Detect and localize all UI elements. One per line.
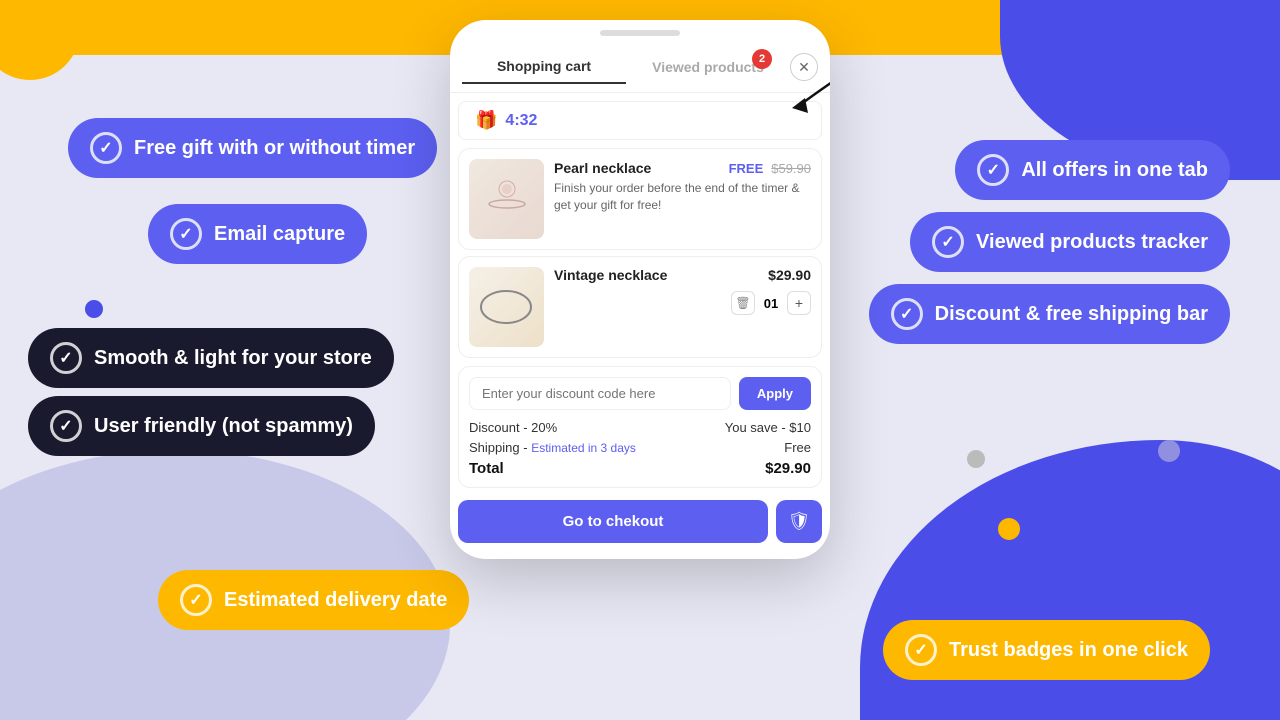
badge-user-friendly: ✓ User friendly (not spammy)	[28, 396, 375, 456]
delete-button[interactable]: 🗑	[731, 291, 755, 315]
total-label: Total	[469, 460, 504, 477]
badge-all-offers: ✓ All offers in one tab	[955, 140, 1230, 200]
check-icon-delivery: ✓	[180, 584, 212, 616]
tab-viewed-products[interactable]: Viewed products 2	[626, 51, 790, 83]
tab-bar: Shopping cart Viewed products 2 ✕	[450, 42, 830, 93]
product-card-vintage: Vintage necklace $29.90 🗑 01 +	[458, 256, 822, 358]
shipping-value: Free	[784, 440, 811, 455]
price-row-pearl: FREE $59.90	[729, 161, 811, 176]
tab-shopping-cart[interactable]: Shopping cart	[462, 50, 626, 84]
discount-input[interactable]	[469, 377, 731, 410]
discount-input-row: Apply	[469, 377, 811, 410]
checkout-row: Go to chekout 🛡	[450, 492, 830, 543]
price-free-label: FREE	[729, 161, 764, 176]
badge-user-label: User friendly (not spammy)	[94, 415, 353, 438]
badge-viewed-label: Viewed products tracker	[976, 231, 1208, 254]
gift-timer: 🎁 4:32	[458, 101, 822, 140]
check-icon-user: ✓	[50, 410, 82, 442]
discount-row: Discount - 20% You save - $10	[469, 420, 811, 435]
shield-button[interactable]: 🛡	[776, 500, 822, 543]
badge-trust: ✓ Trust badges in one click	[883, 620, 1210, 680]
apply-button[interactable]: Apply	[739, 377, 811, 410]
check-icon-trust: ✓	[905, 634, 937, 666]
product-image-vintage	[469, 267, 544, 347]
price-vintage: $29.90	[768, 267, 811, 283]
badge-email-capture: ✓ Email capture	[148, 204, 367, 264]
badge-smooth-label: Smooth & light for your store	[94, 347, 372, 370]
discount-value: You save - $10	[725, 420, 811, 435]
check-icon-smooth: ✓	[50, 342, 82, 374]
discount-label: Discount - 20%	[469, 420, 557, 435]
check-icon-discount: ✓	[891, 298, 923, 330]
shipping-label: Shipping - Estimated in 3 days	[469, 440, 636, 455]
product-info-pearl: Pearl necklace FREE $59.90 Finish your o…	[554, 159, 811, 214]
product-card-pearl: Pearl necklace FREE $59.90 Finish your o…	[458, 148, 822, 250]
notification-badge: 2	[752, 49, 772, 69]
product-info-vintage: Vintage necklace $29.90 🗑 01 +	[554, 267, 811, 315]
badge-viewed-products: ✓ Viewed products tracker	[910, 212, 1230, 272]
yellow-circle-tl	[0, 0, 80, 80]
dot-gray-1	[967, 450, 985, 468]
qty-increment[interactable]: +	[787, 291, 811, 315]
gift-icon: 🎁	[475, 110, 497, 131]
shipping-row: Shipping - Estimated in 3 days Free	[469, 440, 811, 455]
dot-blue-1	[85, 300, 103, 318]
total-value: $29.90	[765, 460, 811, 477]
check-icon-offers: ✓	[977, 154, 1009, 186]
shield-icon: 🛡	[788, 511, 811, 532]
check-icon-viewed: ✓	[932, 226, 964, 258]
badge-discount-label: Discount & free shipping bar	[935, 303, 1208, 326]
badge-smooth: ✓ Smooth & light for your store	[28, 328, 394, 388]
badge-trust-label: Trust badges in one click	[949, 639, 1188, 662]
product-image-pearl	[469, 159, 544, 239]
dot-purple-1	[1158, 440, 1180, 462]
total-row: Total $29.90	[469, 460, 811, 477]
discount-section: Apply Discount - 20% You save - $10 Ship…	[458, 366, 822, 488]
timer-value: 4:32	[505, 112, 537, 130]
badge-offers-label: All offers in one tab	[1021, 159, 1208, 182]
badge-delivery-label: Estimated delivery date	[224, 589, 447, 612]
product-name-pearl: Pearl necklace	[554, 160, 651, 176]
shipping-est: Estimated in 3 days	[531, 441, 636, 455]
badge-estimated-delivery: ✓ Estimated delivery date	[158, 570, 469, 630]
dot-yellow-1	[998, 518, 1020, 540]
badge-email-label: Email capture	[214, 223, 345, 246]
phone-notch	[600, 30, 680, 36]
close-button[interactable]: ✕	[790, 53, 818, 81]
qty-value: 01	[761, 296, 781, 311]
price-original-pearl: $59.90	[771, 161, 811, 176]
badge-free-gift-label: Free gift with or without timer	[134, 137, 415, 160]
check-icon-free-gift: ✓	[90, 132, 122, 164]
product-desc-pearl: Finish your order before the end of the …	[554, 180, 811, 214]
checkout-button[interactable]: Go to chekout	[458, 500, 768, 543]
qty-controls-vintage: 🗑 01 +	[554, 291, 811, 315]
badge-discount-bar: ✓ Discount & free shipping bar	[869, 284, 1230, 344]
phone-mockup: Shopping cart Viewed products 2 ✕ 🎁 4:32	[450, 20, 830, 559]
check-icon-email: ✓	[170, 218, 202, 250]
product-name-vintage: Vintage necklace	[554, 267, 667, 283]
badge-free-gift: ✓ Free gift with or without timer	[68, 118, 437, 178]
